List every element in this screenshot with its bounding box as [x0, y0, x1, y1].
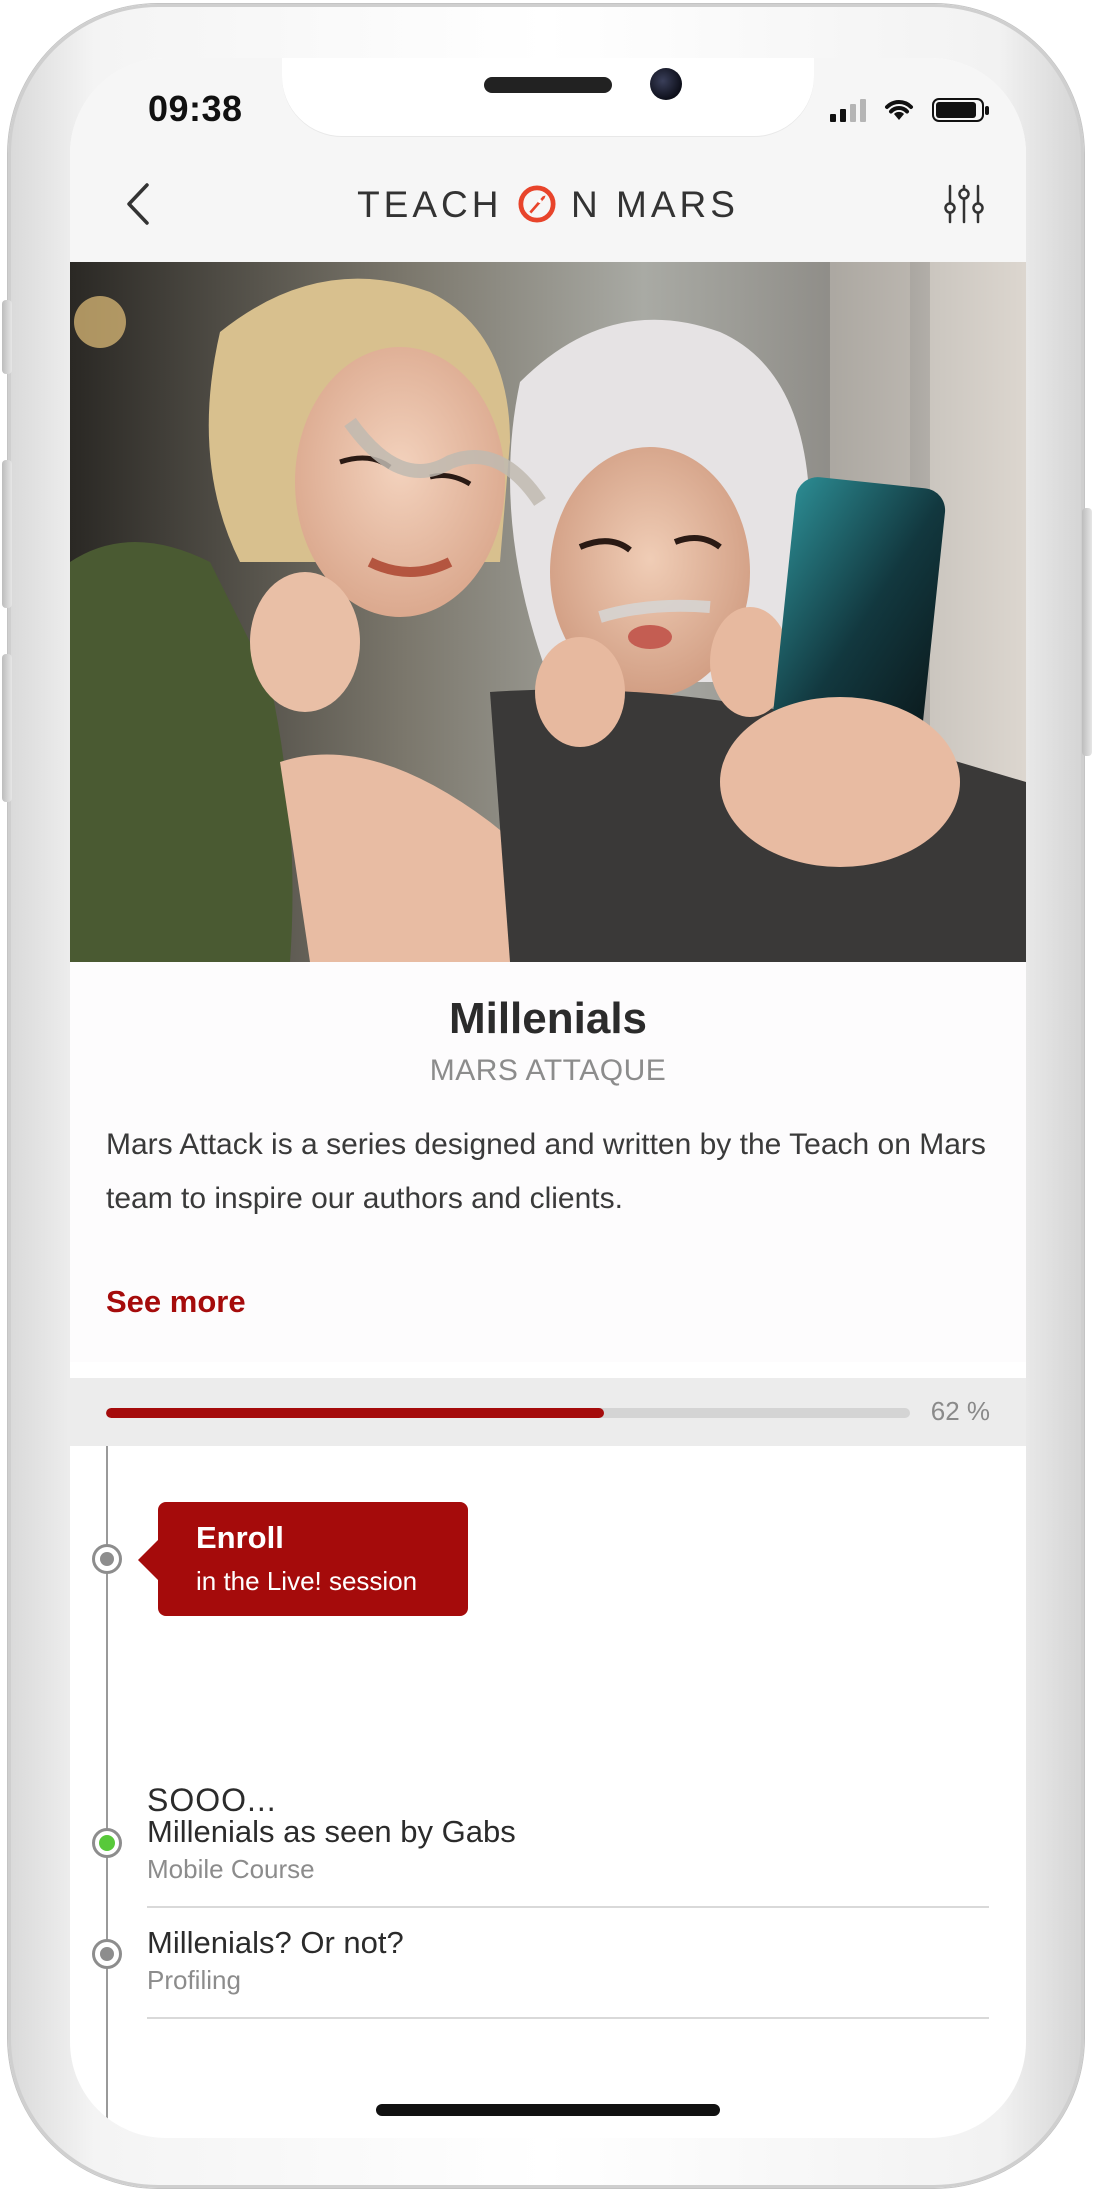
sliders-icon	[944, 184, 984, 224]
list-item-type: Mobile Course	[147, 1854, 315, 1884]
course-series: MARS ATTAQUE	[429, 1054, 667, 1087]
course-description: Mars Attack is a series designed and wri…	[106, 1128, 986, 1215]
volume-up-button	[2, 460, 12, 608]
front-camera	[650, 68, 682, 100]
list-item-type: Profiling	[147, 1965, 241, 1995]
list-item[interactable]: Millenials as seen by Gabs Mobile Course	[147, 1796, 989, 1908]
timeline-node-enroll	[92, 1544, 122, 1574]
status-icons	[830, 96, 989, 122]
enroll-title: Enroll	[196, 1520, 284, 1555]
filter-button[interactable]	[934, 174, 994, 234]
progress-fill	[106, 1408, 605, 1418]
enroll-subtitle: in the Live! session	[196, 1566, 418, 1596]
logo-text-left: TEACH	[357, 184, 503, 225]
course-cover-image	[70, 262, 1026, 962]
cellular-signal-icon	[830, 98, 866, 122]
phone-mockup: 09:38 TEACH N MARS Millenials MARS ATTAQ…	[0, 0, 1094, 2194]
progress-track	[106, 1408, 910, 1418]
timeline-node-pending	[92, 1939, 122, 1969]
battery-icon	[932, 98, 989, 122]
timeline-node-completed	[92, 1828, 122, 1858]
see-more-link[interactable]: See more	[106, 1284, 246, 1320]
app-header: TEACH N MARS	[70, 148, 1026, 262]
logo-text-right: N MARS	[571, 184, 739, 225]
power-button	[1082, 508, 1092, 756]
rocket-o-icon	[518, 185, 556, 223]
cover-photo-illustration	[70, 262, 1026, 962]
course-title: Millenials	[448, 994, 648, 1043]
wifi-icon	[885, 100, 913, 120]
speaker-grille	[484, 77, 612, 93]
app-screen: 09:38 TEACH N MARS Millenials MARS ATTAQ…	[70, 58, 1026, 2138]
teach-on-mars-logo: TEACH N MARS	[70, 184, 1026, 226]
home-indicator[interactable]	[376, 2104, 720, 2116]
list-item-title: Millenials? Or not?	[147, 1925, 404, 1960]
status-time: 09:38	[148, 88, 243, 129]
list-item-title: Millenials as seen by Gabs	[147, 1814, 516, 1849]
enroll-live-session-button[interactable]: Enroll in the Live! session	[138, 1502, 468, 1616]
list-item[interactable]: Millenials? Or not? Profiling	[147, 1907, 989, 2019]
silent-switch	[2, 300, 12, 374]
volume-down-button	[2, 654, 12, 802]
progress-percent: 62 %	[930, 1396, 990, 1426]
notch	[282, 58, 814, 136]
